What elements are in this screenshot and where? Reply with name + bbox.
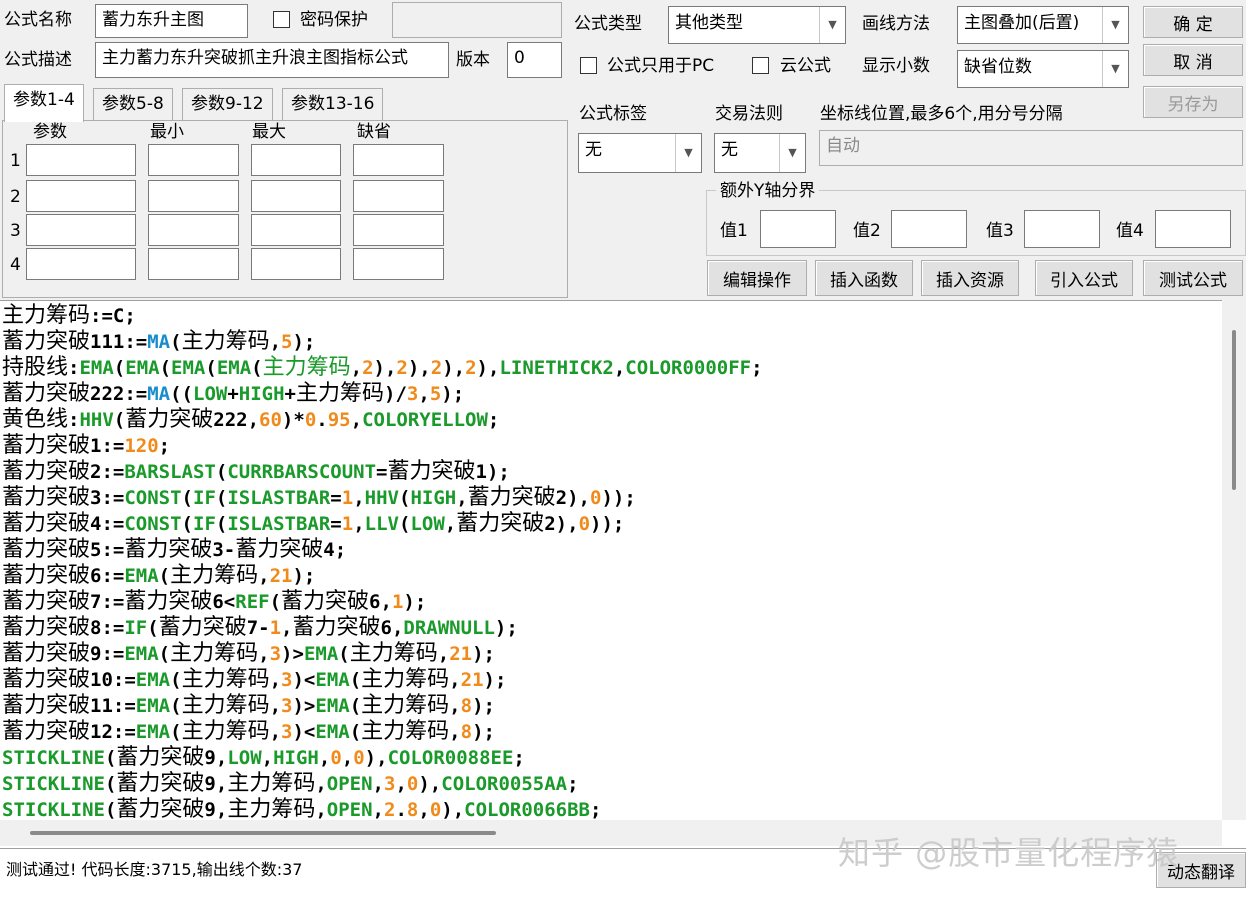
y-value-3-label: 值3 [986, 221, 1014, 241]
param-header-min: 最小 [150, 122, 184, 142]
param-header-default: 缺省 [357, 122, 391, 142]
param-name-input[interactable] [26, 180, 136, 212]
tag-select[interactable]: 无 ▼ [578, 133, 702, 173]
scrollbar-thumb[interactable] [1232, 330, 1236, 490]
param-max-input[interactable] [251, 214, 341, 246]
param-name-input[interactable] [26, 214, 136, 246]
save-as-button[interactable]: 另存为 [1143, 86, 1243, 118]
insert-function-button[interactable]: 插入函数 [815, 260, 913, 296]
scrollbar-thumb[interactable] [30, 831, 496, 835]
param-name-input[interactable] [26, 144, 136, 176]
param-row-number: 3 [10, 221, 21, 241]
tag-value: 无 [585, 140, 602, 160]
extra-y-axis-label: 额外Y轴分界 [716, 180, 820, 202]
chevron-down-icon: ▼ [1102, 7, 1128, 43]
rule-value: 无 [721, 140, 738, 160]
edit-ops-button[interactable]: 编辑操作 [707, 260, 807, 296]
param-min-input[interactable] [148, 144, 239, 176]
y-value-4-label: 值4 [1116, 221, 1144, 241]
password-input[interactable] [392, 2, 562, 38]
code-editor[interactable]: 主力筹码:=C; 蓄力突破111:=MA(主力筹码,5); 持股线:EMA(EM… [0, 300, 1246, 848]
insert-resource-button[interactable]: 插入资源 [921, 260, 1019, 296]
param-max-input[interactable] [251, 248, 341, 280]
formula-desc-input[interactable]: 主力蓄力东升突破抓主升浪主图指标公式 [95, 42, 449, 78]
param-name-input[interactable] [26, 248, 136, 280]
decimal-label: 显示小数 [862, 56, 930, 76]
param-max-input[interactable] [251, 144, 341, 176]
y-value-1-input[interactable] [760, 210, 836, 248]
formula-type-label: 公式类型 [574, 14, 642, 34]
y-value-2-label: 值2 [853, 221, 881, 241]
formula-name-input[interactable]: 蓄力东升主图 [95, 4, 248, 38]
formula-type-value: 其他类型 [675, 13, 743, 33]
tab-params-13-16[interactable]: 参数13-16 [282, 88, 384, 120]
cloud-checkbox[interactable] [752, 57, 769, 74]
y-value-4-input[interactable] [1155, 210, 1231, 248]
param-default-input[interactable] [353, 248, 444, 280]
version-label: 版本 [456, 50, 490, 70]
y-value-1-label: 值1 [720, 221, 748, 241]
param-default-input[interactable] [353, 214, 444, 246]
import-formula-button[interactable]: 引入公式 [1035, 260, 1133, 296]
rule-select[interactable]: 无 ▼ [714, 133, 806, 173]
y-value-3-input[interactable] [1024, 210, 1100, 248]
param-min-input[interactable] [148, 180, 239, 212]
coord-input[interactable]: 自动 [819, 130, 1243, 166]
formula-source-code: 主力筹码:=C; 蓄力突破111:=MA(主力筹码,5); 持股线:EMA(EM… [2, 303, 763, 822]
ok-button[interactable]: 确 定 [1143, 6, 1243, 38]
tab-params-5-8[interactable]: 参数5-8 [93, 88, 173, 120]
chevron-down-icon: ▼ [779, 134, 805, 172]
editor-vertical-scrollbar[interactable] [1222, 300, 1246, 820]
status-text: 测试通过! 代码长度:3715,输出线个数:37 [6, 860, 303, 879]
cancel-button[interactable]: 取 消 [1143, 44, 1243, 76]
param-header-name: 参数 [33, 122, 67, 142]
decimal-select[interactable]: 缺省位数 ▼ [957, 50, 1129, 88]
formula-name-label: 公式名称 [4, 10, 72, 30]
draw-method-label: 画线方法 [862, 14, 930, 34]
cloud-label: 云公式 [780, 56, 831, 76]
param-row-number: 1 [10, 151, 21, 171]
y-value-2-input[interactable] [891, 210, 967, 248]
formula-desc-label: 公式描述 [4, 50, 72, 70]
version-input[interactable]: 0 [507, 42, 562, 78]
param-max-input[interactable] [251, 180, 341, 212]
param-min-input[interactable] [148, 214, 239, 246]
chevron-down-icon: ▼ [675, 134, 701, 172]
watermark: 知乎 @股市量化程序猿 [838, 834, 1180, 872]
tab-params-9-12[interactable]: 参数9-12 [182, 88, 273, 120]
param-row-number: 4 [10, 255, 21, 275]
password-label: 密码保护 [300, 10, 368, 30]
tag-label: 公式标签 [579, 104, 647, 124]
pc-only-label: 公式只用于PC [607, 56, 715, 76]
param-default-input[interactable] [353, 180, 444, 212]
param-min-input[interactable] [148, 248, 239, 280]
param-default-input[interactable] [353, 144, 444, 176]
pc-only-checkbox[interactable] [580, 57, 597, 74]
draw-method-value: 主图叠加(后置) [964, 13, 1080, 33]
test-formula-button[interactable]: 测试公式 [1143, 260, 1243, 296]
param-header-max: 最大 [252, 122, 286, 142]
draw-method-select[interactable]: 主图叠加(后置) ▼ [957, 6, 1129, 44]
chevron-down-icon: ▼ [819, 7, 845, 43]
tab-params-1-4[interactable]: 参数1-4 [4, 84, 84, 122]
chevron-down-icon: ▼ [1102, 51, 1128, 87]
decimal-value: 缺省位数 [964, 57, 1032, 77]
rule-label: 交易法则 [715, 104, 783, 124]
formula-type-select[interactable]: 其他类型 ▼ [668, 6, 846, 44]
password-checkbox[interactable] [273, 11, 290, 28]
param-row-number: 2 [10, 187, 21, 207]
coord-label: 坐标线位置,最多6个,用分号分隔 [820, 104, 1063, 124]
